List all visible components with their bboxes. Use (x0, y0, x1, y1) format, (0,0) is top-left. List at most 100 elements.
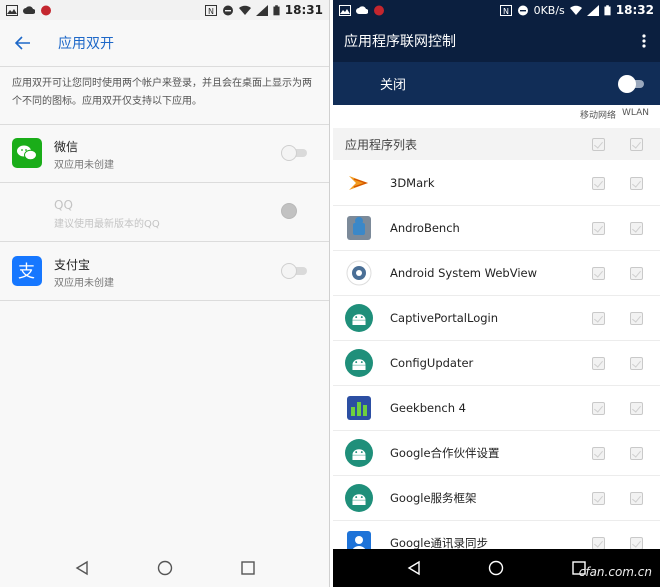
list-header-label: 应用程序列表 (345, 137, 418, 152)
mobile-data-checkbox[interactable] (592, 401, 605, 415)
column-mobile: 移动网络 (579, 111, 616, 121)
android-icon (345, 439, 373, 467)
app-row: Google服务框架 (333, 476, 660, 521)
back-button[interactable] (8, 28, 38, 58)
app-row: CaptivePortalLogin (333, 296, 660, 341)
select-all-wlan-checkbox[interactable] (630, 137, 643, 151)
square-recents-icon (240, 561, 255, 575)
wlan-checkbox[interactable] (630, 221, 643, 235)
wlan-checkbox[interactable] (630, 401, 643, 415)
mobile-data-checkbox[interactable] (592, 266, 605, 280)
page-title: 应用程序联网控制 (344, 34, 456, 50)
app-name: Geekbench 4 (390, 401, 466, 415)
svg-text:支: 支 (18, 262, 35, 282)
app-row: ConfigUpdater (333, 341, 660, 386)
app-name: 支付宝 (54, 258, 91, 272)
circle-home-icon (489, 560, 504, 576)
status-bar: N 18:31 (0, 0, 329, 20)
app-notification-icon (374, 5, 384, 15)
wlan-checkbox[interactable] (630, 536, 643, 550)
battery-icon (273, 4, 280, 15)
nav-back-button[interactable] (70, 556, 94, 580)
app-name: Android System WebView (390, 266, 538, 280)
app-row: 3DMark (333, 161, 660, 206)
wlan-checkbox[interactable] (630, 176, 643, 190)
app-name: Google服务框架 (390, 491, 477, 505)
do-not-disturb-icon (517, 5, 528, 15)
mobile-data-checkbox[interactable] (592, 176, 605, 190)
master-toggle[interactable] (618, 74, 644, 93)
triangle-back-icon (407, 560, 420, 576)
app-row: Google合作伙伴设置 (333, 431, 660, 476)
dual-app-toggle-alipay[interactable] (281, 263, 307, 279)
list-item-wechat[interactable]: 微信 双应用未创建 (0, 125, 329, 182)
nfc-icon: N (204, 4, 217, 16)
watermark: cfan.com.cn (578, 565, 652, 579)
navigation-bar (0, 549, 329, 587)
divider (0, 300, 329, 301)
select-all-mobile-checkbox[interactable] (592, 137, 605, 151)
mobile-data-checkbox[interactable] (592, 221, 605, 235)
status-bar: N 0KB/s 18:32 (333, 0, 660, 20)
wifi-icon (569, 5, 582, 15)
wlan-checkbox[interactable] (630, 311, 643, 325)
app-row: Geekbench 4 (333, 386, 660, 431)
list-item-alipay[interactable]: 支 支付宝 双应用未创建 (0, 242, 329, 299)
arrow-left-icon (15, 36, 30, 50)
left-screen: N 18:31 应用双开 应用双开可让您同时使用两个帐户来登录，并且会在桌面上显… (0, 0, 330, 587)
wlan-checkbox[interactable] (630, 446, 643, 460)
android-icon (345, 484, 373, 512)
description-text: 应用双开可让您同时使用两个帐户来登录，并且会在桌面上显示为两个不同的图标。应用双… (12, 78, 312, 107)
android-icon (345, 349, 373, 377)
wifi-icon (238, 5, 251, 15)
webview-gear-icon (345, 259, 373, 287)
app-name: CaptivePortalLogin (390, 311, 499, 325)
status-time: 18:32 (615, 3, 654, 17)
app-name: QQ (54, 198, 73, 212)
nav-back-button[interactable] (402, 556, 426, 580)
3dmark-icon (345, 169, 373, 197)
app-row: AndroBench (333, 206, 660, 251)
status-time: 18:31 (284, 3, 323, 17)
app-status: 双应用未创建 (54, 278, 114, 289)
app-notification-icon (41, 5, 51, 15)
wlan-checkbox[interactable] (630, 356, 643, 370)
right-screen: N 0KB/s 18:32 应用程序联网控制 关闭 移动网络 WLAN 应用程序… (333, 0, 660, 587)
wlan-checkbox[interactable] (630, 491, 643, 505)
divider (0, 66, 329, 67)
app-name: 3DMark (390, 176, 435, 190)
mobile-data-checkbox[interactable] (592, 536, 605, 550)
app-bar: 应用程序联网控制 (333, 20, 660, 62)
signal-icon (255, 4, 268, 16)
more-vertical-icon (642, 34, 646, 48)
battery-icon (604, 4, 611, 15)
image-notification-icon (339, 4, 351, 16)
master-switch-row[interactable]: 关闭 (333, 62, 660, 105)
cloud-icon (23, 5, 35, 14)
mobile-data-checkbox[interactable] (592, 356, 605, 370)
dual-app-toggle-wechat[interactable] (281, 145, 307, 161)
nav-home-button[interactable] (484, 556, 508, 580)
mobile-data-checkbox[interactable] (592, 491, 605, 505)
geekbench-icon (345, 394, 373, 422)
triangle-back-icon (75, 560, 88, 576)
app-name: AndroBench (390, 221, 460, 235)
app-status: 双应用未创建 (54, 160, 114, 171)
mobile-data-checkbox[interactable] (592, 311, 605, 325)
image-notification-icon (6, 4, 18, 16)
list-header: 应用程序列表 (333, 128, 660, 160)
alipay-icon: 支 (12, 256, 42, 286)
more-options-button[interactable] (634, 26, 654, 56)
nfc-icon: N (499, 4, 512, 16)
nav-home-button[interactable] (153, 556, 177, 580)
svg-text:N: N (208, 7, 214, 16)
app-row: Android System WebView (333, 251, 660, 296)
wechat-icon (12, 138, 42, 168)
wlan-checkbox[interactable] (630, 266, 643, 280)
column-headers: 移动网络 WLAN (580, 108, 649, 121)
nav-recents-button[interactable] (236, 556, 260, 580)
androbench-icon (345, 214, 373, 242)
network-speed: 0KB/s (533, 3, 565, 17)
mobile-data-checkbox[interactable] (592, 446, 605, 460)
list-item-qq: QQ 建议使用最新版本的QQ (0, 183, 329, 240)
